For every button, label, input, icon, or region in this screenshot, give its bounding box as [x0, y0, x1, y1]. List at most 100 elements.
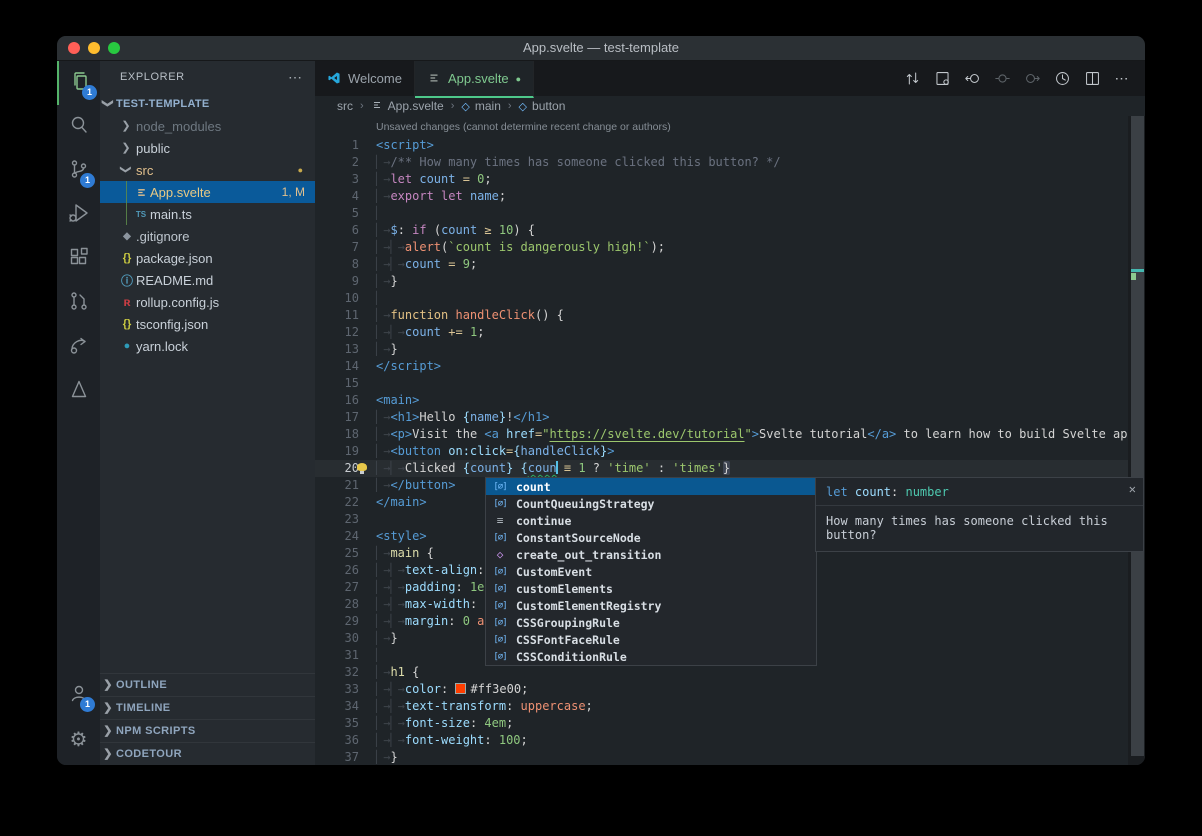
whitespace-guides: ▏→	[376, 189, 390, 203]
scrollbar-slider[interactable]	[1131, 116, 1144, 756]
activity-item-azure[interactable]	[57, 369, 100, 413]
code-line[interactable]: 12▏→▏→count += 1;	[315, 324, 1128, 341]
code-line[interactable]: 16<main>	[315, 392, 1128, 409]
tree-item-app-svelte[interactable]: App.svelte1, M	[100, 181, 315, 203]
suggestion-create_out_transition[interactable]: ◇create_out_transition	[486, 546, 816, 563]
suggestion-label: continue	[516, 514, 571, 528]
code-line[interactable]: 19▏→<button on:click={handleClick}>	[315, 443, 1128, 460]
tree-item-tsconfig-json[interactable]: {}tsconfig.json	[100, 313, 315, 335]
preview-icon[interactable]	[929, 66, 955, 92]
nav-back-icon[interactable]	[959, 66, 985, 92]
code-token: 'time'	[607, 461, 658, 475]
more-actions-icon[interactable]: ⋯	[288, 69, 303, 86]
code-line[interactable]: 13▏→}	[315, 341, 1128, 358]
code-line[interactable]: 10▏	[315, 290, 1128, 307]
section-outline[interactable]: ❯OUTLINE	[100, 673, 315, 696]
suggestion-customelementregistry[interactable]: [∅]CustomElementRegistry	[486, 597, 816, 614]
whitespace-guides: ▏→	[376, 631, 390, 645]
suggestion-cssconditionrule[interactable]: [∅]CSSConditionRule	[486, 648, 816, 665]
tree-item-readme-md[interactable]: ⓘREADME.md	[100, 269, 315, 291]
tree-item-package-json[interactable]: {}package.json	[100, 247, 315, 269]
activity-item-github-pr[interactable]	[57, 281, 100, 325]
breadcrumb-item-app-svelte[interactable]: App.svelte	[371, 99, 444, 114]
nav-forward-icon[interactable]	[1019, 66, 1045, 92]
close-icon[interactable]: ✕	[1129, 482, 1136, 496]
suggestion-cssfontfacerule[interactable]: [∅]CSSFontFaceRule	[486, 631, 816, 648]
code-line[interactable]: 34▏→▏→text-transform: uppercase;	[315, 698, 1128, 715]
activity-item-source-control[interactable]: 1	[57, 149, 100, 193]
suggestion-constantsourcenode[interactable]: [∅]ConstantSourceNode	[486, 529, 816, 546]
tree-item-label: yarn.lock	[136, 339, 188, 354]
tree-item-main-ts[interactable]: TSmain.ts	[100, 203, 315, 225]
code-line[interactable]: 5▏	[315, 205, 1128, 222]
activity-item-live-share[interactable]	[57, 325, 100, 369]
tab-app-svelte[interactable]: App.svelte●	[415, 61, 534, 98]
code-line[interactable]: 37▏→}	[315, 749, 1128, 765]
search-icon	[67, 113, 91, 142]
section-codetour[interactable]: ❯CODETOUR	[100, 742, 315, 765]
codelens-link[interactable]: Unsaved changes (cannot determine recent…	[376, 121, 671, 133]
code-line[interactable]: 8▏→▏→count = 9;	[315, 256, 1128, 273]
compare-icon[interactable]	[899, 66, 925, 92]
code-line[interactable]: 14</script>	[315, 358, 1128, 375]
tree-item--gitignore[interactable]: ◆.gitignore	[100, 225, 315, 247]
code-editor[interactable]: Unsaved changes (cannot determine recent…	[315, 116, 1145, 765]
suggestion-countqueuingstrategy[interactable]: [∅]CountQueuingStrategy	[486, 495, 816, 512]
code-line[interactable]: 36▏→▏→font-weight: 100;	[315, 732, 1128, 749]
suggestion-continue[interactable]: ≡continue	[486, 512, 816, 529]
tree-item-yarn-lock[interactable]: ●yarn.lock	[100, 335, 315, 357]
breadcrumb-item-src[interactable]: src	[337, 99, 353, 113]
whitespace-guides: ▏→	[376, 444, 390, 458]
tree-item-label: main.ts	[150, 207, 192, 222]
section-npm-scripts[interactable]: ❯NPM SCRIPTS	[100, 719, 315, 742]
activity-item-search[interactable]	[57, 105, 100, 149]
lightbulb-icon[interactable]	[357, 463, 367, 471]
breadcrumb-item-main[interactable]: ◇main	[461, 99, 500, 113]
code-token: text-transform	[405, 699, 506, 713]
tree-item-public[interactable]: ❯public	[100, 137, 315, 159]
signature-token: let	[826, 485, 855, 499]
activity-item-explorer[interactable]: 1	[57, 61, 102, 105]
activity-item-extensions[interactable]	[57, 237, 100, 281]
split-icon[interactable]	[1079, 66, 1105, 92]
code-line[interactable]: 4▏→export let name;	[315, 188, 1128, 205]
whitespace-guides: ▏→	[376, 665, 390, 679]
code-line[interactable]: 3▏→let count = 0;	[315, 171, 1128, 188]
suggestion-customevent[interactable]: [∅]CustomEvent	[486, 563, 816, 580]
code-line[interactable]: 18▏→<p>Visit the <a href="https://svelte…	[315, 426, 1128, 443]
clock-icon[interactable]	[1049, 66, 1075, 92]
code-token: to learn how to build Svelte apps.	[896, 427, 1145, 441]
breadcrumb-item-button[interactable]: ◇button	[519, 99, 566, 113]
nav-circle-icon[interactable]	[989, 66, 1015, 92]
suggestion-count[interactable]: [∅]count	[486, 478, 816, 495]
code-line[interactable]: 20▏→▏→Clicked {count} {coun ≡ 1 ? 'time'…	[315, 460, 1128, 477]
activity-item-settings[interactable]: ⚙	[57, 717, 100, 761]
tab-welcome[interactable]: Welcome	[315, 61, 415, 96]
title-bar[interactable]: App.svelte — test-template	[57, 36, 1145, 61]
suggestion-customelements[interactable]: [∅]customElements	[486, 580, 816, 597]
symbol-signature: let count: number	[816, 478, 1143, 505]
tree-item-node-modules[interactable]: ❯node_modules	[100, 115, 315, 137]
code-line[interactable]: 11▏→function handleClick() {	[315, 307, 1128, 324]
code-line[interactable]: 33▏→▏→color: #ff3e00;	[315, 681, 1128, 698]
code-line[interactable]: 32▏→h1 {	[315, 664, 1128, 681]
activity-item-run-debug[interactable]	[57, 193, 100, 237]
code-line[interactable]: 6▏→$: if (count ≥ 10) {	[315, 222, 1128, 239]
code-line[interactable]: 1<script>	[315, 137, 1128, 154]
tree-item-src[interactable]: ❯src●	[100, 159, 315, 181]
ellipsis-icon[interactable]: ⋯	[1109, 66, 1135, 92]
suggestion-cssgroupingrule[interactable]: [∅]CSSGroupingRule	[486, 614, 816, 631]
code-line[interactable]: 17▏→<h1>Hello {name}!</h1>	[315, 409, 1128, 426]
code-line[interactable]: 35▏→▏→font-size: 4em;	[315, 715, 1128, 732]
activity-item-accounts[interactable]: 1	[57, 673, 100, 717]
editor-scrollbar[interactable]	[1128, 116, 1145, 765]
badge: 1	[80, 697, 95, 712]
code-line[interactable]: 9▏→}	[315, 273, 1128, 290]
code-line[interactable]: 2▏→/** How many times has someone clicke…	[315, 154, 1128, 171]
section-timeline[interactable]: ❯TIMELINE	[100, 696, 315, 719]
tree-root-folder[interactable]: ❯ TEST-TEMPLATE	[100, 93, 315, 115]
code-line[interactable]: 7▏→▏→alert(`count is dangerously high!`)…	[315, 239, 1128, 256]
tree-item-rollup-config-js[interactable]: ʀrollup.config.js	[100, 291, 315, 313]
line-number: 26	[315, 562, 359, 579]
code-line[interactable]: 15	[315, 375, 1128, 392]
